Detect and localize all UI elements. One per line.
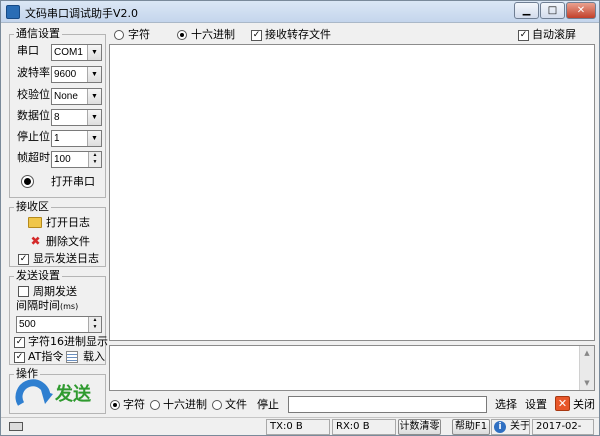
port-select[interactable]: COM1 ▼ [51, 44, 102, 61]
baud-select[interactable]: 9600 ▼ [51, 66, 102, 83]
send-char-label: 字符 [123, 398, 145, 411]
document-list-icon [66, 351, 78, 363]
databits-value: 8 [54, 112, 60, 123]
close-window-button[interactable]: ✕ [566, 2, 596, 19]
window-title: 文码串口调试助手V2.0 [25, 7, 139, 20]
port-value: COM1 [54, 47, 83, 58]
receive-textarea[interactable] [109, 44, 595, 341]
comm-settings-group: 通信设置 串口 COM1 ▼ 波特率 9600 ▼ 校验位 None ▼ 数据位… [9, 27, 106, 198]
at-command-label: AT指令 [28, 350, 64, 363]
file-path-input[interactable] [288, 396, 487, 413]
comm-settings-title: 通信设置 [14, 27, 62, 41]
port-label: 串口 [17, 44, 39, 57]
interval-unit: (ms) [60, 302, 79, 311]
receive-char-radio[interactable] [114, 30, 124, 40]
date-display: 2017-02- [532, 419, 594, 435]
send-hex-label: 十六进制 [163, 398, 207, 411]
baud-value: 9600 [54, 69, 77, 80]
stopbits-value: 1 [54, 133, 60, 144]
periodic-send-checkbox[interactable] [18, 286, 29, 297]
databits-label: 数据位 [17, 109, 50, 122]
settings-button[interactable]: 设置 [525, 398, 547, 412]
red-x-icon: ✖ [30, 234, 41, 248]
clear-count-button[interactable]: 计数清零 [398, 419, 441, 435]
send-settings-title: 发送设置 [14, 269, 62, 283]
send-settings-group: 发送设置 周期发送 间隔时间(ms) 500 ▲ ▼ ✓ 字符16进制显示 ✓ A… [9, 269, 108, 365]
interval-value: 500 [19, 319, 36, 330]
load-button[interactable]: 载入 [83, 350, 105, 364]
close-port-label: 关闭 [573, 398, 595, 411]
delete-file-button[interactable]: 删除文件 [46, 235, 90, 249]
autoscroll-checkbox[interactable]: ✓ [518, 30, 529, 41]
send-file-radio[interactable] [212, 400, 222, 410]
interval-label: 间隔时间(ms) [16, 299, 79, 312]
autoscroll-label: 自动滚屏 [532, 28, 576, 41]
at-command-checkbox[interactable]: ✓ [14, 352, 25, 363]
send-hex-radio[interactable] [150, 400, 160, 410]
about-button[interactable]: i 关于 [491, 419, 530, 435]
maximize-button[interactable]: □ [540, 2, 565, 19]
info-icon: i [494, 421, 506, 433]
send-char-radio[interactable] [110, 400, 120, 410]
databits-select[interactable]: 8 ▼ [51, 109, 102, 126]
receive-area-group: 接收区 打开日志 ✖ 删除文件 ✓ 显示发送日志 [9, 200, 106, 267]
receive-char-label: 字符 [128, 28, 150, 41]
keyboard-icon [9, 422, 23, 431]
spinner-arrows-icon[interactable]: ▲ ▼ [88, 152, 101, 167]
scroll-down-icon[interactable]: ▼ [580, 376, 594, 390]
minimize-button[interactable]: ▁ [514, 2, 539, 19]
red-x-icon: ✕ [555, 396, 570, 411]
hex-display-checkbox[interactable]: ✓ [14, 337, 25, 348]
chevron-down-icon[interactable]: ▼ [87, 110, 101, 125]
show-send-log-checkbox[interactable]: ✓ [18, 254, 29, 265]
scroll-up-icon[interactable]: ▲ [580, 346, 594, 360]
title-bar: 文码串口调试助手V2.0 ▁ □ ✕ [1, 1, 599, 23]
parity-label: 校验位 [17, 88, 50, 101]
main-window: 文码串口调试助手V2.0 ▁ □ ✕ 通信设置 串口 COM1 ▼ 波特率 96… [0, 0, 600, 436]
receive-area-title: 接收区 [14, 200, 51, 214]
spinner-arrows-icon[interactable]: ▲ ▼ [88, 317, 101, 332]
rx-counter: RX:0 B [332, 419, 396, 435]
close-port-button[interactable]: ✕ 关闭 [555, 396, 597, 414]
interval-spinner[interactable]: 500 ▲ ▼ [16, 316, 102, 333]
parity-select[interactable]: None ▼ [51, 88, 102, 105]
send-button[interactable]: 发送 [15, 378, 102, 413]
hex-display-label: 字符16进制显示 [28, 335, 108, 348]
stopbits-label: 停止位 [17, 130, 50, 143]
radio-indicator-icon [21, 175, 34, 188]
status-bar: TX:0 B RX:0 B 计数清零 帮助F1 i 关于 2017-02- [1, 417, 599, 435]
chevron-down-icon[interactable]: ▼ [87, 131, 101, 146]
periodic-send-label: 周期发送 [33, 285, 77, 298]
help-button[interactable]: 帮助F1 [452, 419, 490, 435]
baud-label: 波特率 [17, 66, 50, 79]
circular-arrow-icon [15, 379, 53, 406]
timeout-spinner[interactable]: 100 ▲ ▼ [51, 151, 102, 168]
send-label: 发送 [55, 384, 91, 405]
timeout-value: 100 [54, 154, 71, 165]
about-label: 关于 [510, 421, 530, 432]
chevron-down-icon[interactable]: ▼ [87, 45, 101, 60]
chevron-down-icon[interactable]: ▼ [87, 89, 101, 104]
chevron-down-icon[interactable]: ▼ [87, 67, 101, 82]
send-textarea[interactable]: ▲ ▼ [109, 345, 595, 391]
stopbits-select[interactable]: 1 ▼ [51, 130, 102, 147]
stop-button[interactable]: 停止 [257, 398, 279, 412]
folder-icon [28, 217, 42, 228]
parity-value: None [54, 91, 78, 102]
receive-hex-radio[interactable] [177, 30, 187, 40]
open-port-button[interactable]: 打开串口 [51, 175, 95, 189]
receive-save-label: 接收转存文件 [265, 28, 331, 41]
open-log-button[interactable]: 打开日志 [46, 216, 90, 230]
tx-counter: TX:0 B [266, 419, 330, 435]
receive-hex-label: 十六进制 [191, 28, 235, 41]
timeout-label: 帧超时 [17, 151, 50, 164]
receive-save-checkbox[interactable]: ✓ [251, 30, 262, 41]
operation-group: 操作 发送 [9, 367, 106, 414]
select-file-button[interactable]: 选择 [495, 398, 517, 412]
send-scrollbar[interactable]: ▲ ▼ [579, 346, 594, 390]
send-file-label: 文件 [225, 398, 247, 411]
show-send-log-label: 显示发送日志 [33, 252, 99, 265]
app-icon [6, 5, 20, 19]
